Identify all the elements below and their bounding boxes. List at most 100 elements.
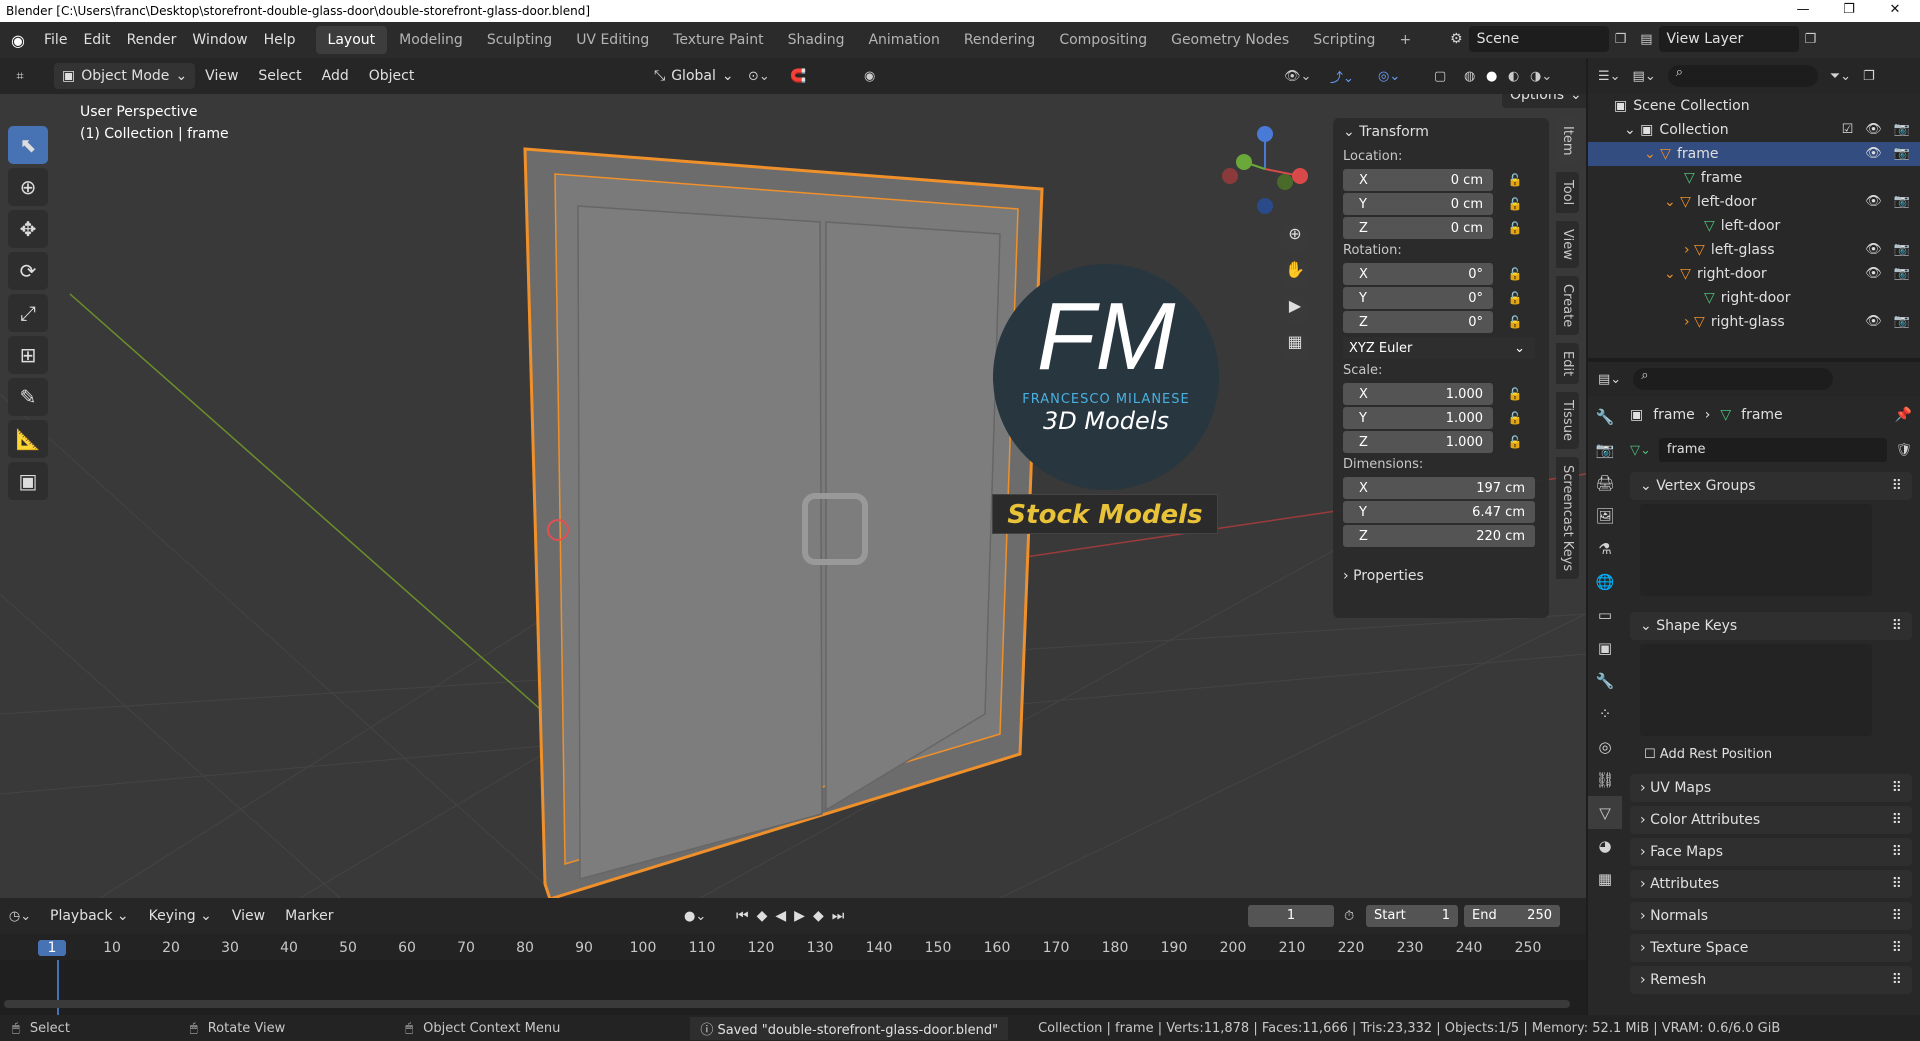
view-layer-icon[interactable]: ▤ (1640, 32, 1652, 47)
timeline-scrollbar[interactable] (4, 1000, 1570, 1008)
options-dropdown[interactable]: Options ⌄ (1502, 94, 1586, 108)
physics-properties-icon[interactable]: ◎ (1588, 730, 1622, 763)
rotation-y-field[interactable]: Y 0° (1343, 287, 1493, 309)
add-menu[interactable]: Add (312, 68, 359, 84)
tab-view[interactable]: View (1556, 220, 1579, 268)
close-icon[interactable]: ✕ (1872, 0, 1918, 22)
drag-handle-icon[interactable]: ⠿ (1892, 902, 1902, 930)
constraint-properties-icon[interactable]: ⛓ (1588, 763, 1622, 796)
new-scene-icon[interactable]: ❐ (1615, 32, 1627, 47)
lock-icon[interactable]: 🔓 (1503, 173, 1527, 187)
camera-icon[interactable]: 📷 (1894, 310, 1910, 334)
scene-selector[interactable]: Scene (1468, 26, 1609, 52)
add-workspace-icon[interactable]: + (1387, 26, 1423, 54)
camera-icon[interactable]: 📷 (1894, 262, 1910, 286)
tab-create[interactable]: Create (1556, 275, 1579, 335)
tab-compositing[interactable]: Compositing (1047, 26, 1159, 54)
eye-icon[interactable]: 👁 (1865, 262, 1882, 286)
select-tool-icon[interactable]: ⬉ (8, 126, 48, 164)
jump-end-icon[interactable]: ⏭ (832, 908, 845, 924)
timeline-view-menu[interactable]: View (222, 908, 275, 924)
pivot-icon[interactable]: ⊙⌄ (748, 69, 770, 84)
playback-menu[interactable]: Playback ⌄ (40, 908, 139, 924)
add-cube-tool-icon[interactable]: ▣ (8, 462, 48, 500)
outliner-item-left-glass[interactable]: › ▽ left-glass 👁 📷 (1588, 238, 1920, 262)
dimension-y-field[interactable]: Y 6.47 cm (1343, 501, 1535, 523)
object-properties-icon[interactable]: ▣ (1588, 631, 1622, 664)
transform-tool-icon[interactable]: ⊞ (8, 336, 48, 374)
proportional-edit-icon[interactable]: ◉ (864, 69, 875, 84)
menu-file[interactable]: File (36, 22, 75, 58)
material-properties-icon[interactable]: ◕ (1588, 829, 1622, 862)
navigation-gizmo[interactable] (1220, 124, 1310, 224)
tab-layout[interactable]: Layout (315, 26, 388, 54)
annotate-tool-icon[interactable]: ✎ (8, 378, 48, 416)
tab-tool[interactable]: Tool (1556, 171, 1579, 213)
prev-keyframe-icon[interactable]: ◆ (757, 908, 768, 924)
lock-icon[interactable]: 🔓 (1503, 267, 1527, 281)
tab-tissue[interactable]: Tissue (1556, 392, 1579, 450)
pan-hand-icon[interactable]: ✋ (1280, 260, 1310, 290)
snap-icon[interactable]: 🧲 (790, 69, 806, 84)
view-layer-properties-icon[interactable]: 🖼 (1588, 499, 1622, 532)
jump-start-icon[interactable]: ⏮ (736, 908, 749, 924)
menu-render[interactable]: Render (119, 22, 185, 58)
outliner-item-frame[interactable]: ⌄ ▽ frame 👁 📷 (1588, 142, 1920, 166)
rotation-mode-dropdown[interactable]: XYZ Euler ⌄ (1343, 337, 1535, 359)
tab-sculpting[interactable]: Sculpting (475, 26, 564, 54)
editor-type-icon[interactable]: ⌗ (0, 69, 40, 84)
location-x-field[interactable]: X 0 cm (1343, 169, 1493, 191)
timeline-ruler[interactable]: 1 10 20 30 40 50 60 70 80 90 100 110 120… (0, 934, 1586, 960)
tab-modeling[interactable]: Modeling (387, 26, 475, 54)
lock-icon[interactable]: 🔓 (1503, 411, 1527, 425)
camera-icon[interactable]: 📷 (1894, 142, 1910, 166)
vertex-groups-list[interactable] (1640, 504, 1872, 596)
section-shape-keys[interactable]: ⌄ Shape Keys ⠿ (1630, 612, 1912, 640)
scale-y-field[interactable]: Y 1.000 (1343, 407, 1493, 429)
modifier-properties-icon[interactable]: 🔧 (1588, 664, 1622, 697)
eye-icon[interactable]: 👁 (1865, 190, 1882, 214)
camera-icon[interactable]: ▶ (1280, 296, 1310, 326)
eye-icon[interactable]: 👁 (1865, 238, 1882, 262)
visibility-icon[interactable]: 👁⌄ (1284, 69, 1311, 84)
select-menu[interactable]: Select (248, 68, 311, 84)
next-keyframe-icon[interactable]: ◆ (813, 908, 824, 924)
playhead[interactable] (57, 960, 59, 1020)
add-rest-position-checkbox[interactable]: ☐ Add Rest Position (1630, 742, 1912, 768)
camera-icon[interactable]: 📷 (1894, 190, 1910, 214)
end-frame-field[interactable]: End 250 (1464, 905, 1560, 927)
particles-properties-icon[interactable]: ⁘ (1588, 697, 1622, 730)
overlay-icon[interactable]: ◎⌄ (1378, 69, 1400, 84)
lock-icon[interactable]: 🔓 (1503, 197, 1527, 211)
location-z-field[interactable]: Z 0 cm (1343, 217, 1493, 239)
section-uv-maps[interactable]: › UV Maps ⠿ (1630, 774, 1912, 802)
keying-menu[interactable]: Keying ⌄ (139, 908, 222, 924)
outliner-search-input[interactable]: ⌕ (1667, 65, 1818, 87)
gizmo-icon[interactable]: ⤴⌄ (1330, 67, 1354, 86)
tab-scripting[interactable]: Scripting (1301, 26, 1387, 54)
rotate-tool-icon[interactable]: ⟳ (8, 252, 48, 290)
lock-icon[interactable]: 🔓 (1503, 435, 1527, 449)
drag-handle-icon[interactable]: ⠿ (1892, 774, 1902, 802)
eye-icon[interactable]: 👁 (1865, 118, 1882, 142)
blender-logo-icon[interactable]: ◉ (0, 31, 36, 50)
rotation-x-field[interactable]: X 0° (1343, 263, 1493, 285)
menu-window[interactable]: Window (184, 22, 255, 58)
tab-rendering[interactable]: Rendering (952, 26, 1048, 54)
properties-panel-header[interactable]: › Properties (1333, 562, 1549, 590)
solid-shading-icon[interactable]: ● (1486, 69, 1497, 84)
wireframe-shading-icon[interactable]: ◍ (1464, 69, 1475, 84)
outliner-item-collection[interactable]: ⌄ ▣ Collection ☑ 👁 📷 (1588, 118, 1920, 142)
tool-properties-icon[interactable]: 🔧 (1588, 400, 1622, 433)
transform-orientation-dropdown[interactable]: ⤡ Global ⌄ (646, 63, 742, 89)
timeline-editor-icon[interactable]: ◷⌄ (0, 909, 40, 924)
scale-z-field[interactable]: Z 1.000 (1343, 431, 1493, 453)
current-frame-field[interactable]: 1 (1248, 905, 1334, 927)
scene-icon[interactable]: ⚙ (1450, 31, 1463, 47)
drag-handle-icon[interactable]: ⠿ (1892, 612, 1902, 640)
world-properties-icon[interactable]: 🌐 (1588, 565, 1622, 598)
view-layer-selector[interactable]: View Layer (1658, 26, 1799, 52)
section-texture-space[interactable]: › Texture Space ⠿ (1630, 934, 1912, 962)
drag-handle-icon[interactable]: ⠿ (1892, 806, 1902, 834)
drag-handle-icon[interactable]: ⠿ (1892, 472, 1902, 500)
